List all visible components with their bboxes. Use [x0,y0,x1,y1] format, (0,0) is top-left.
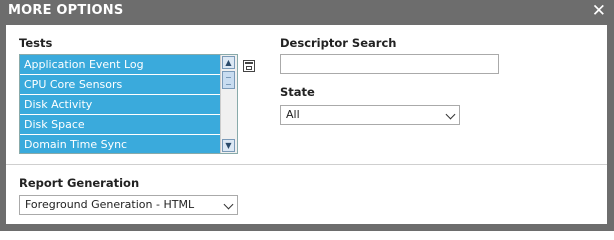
list-item[interactable]: Domain Time Sync [20,135,221,153]
scroll-down-button[interactable]: ▼ [222,139,235,152]
descriptor-search-label: Descriptor Search [280,36,397,50]
descriptor-search-input[interactable] [280,54,499,74]
select-all-icon[interactable] [243,60,255,72]
scroll-up-button[interactable]: ▲ [222,56,235,69]
list-item[interactable]: Disk Space [20,115,221,135]
report-generation-label: Report Generation [19,176,140,190]
tests-scrollbar[interactable]: ▲ ▼ [220,55,237,153]
close-icon[interactable]: ✕ [592,1,606,21]
tests-listbox[interactable]: Application Event Log CPU Core Sensors D… [19,54,238,154]
tests-list: Application Event Log CPU Core Sensors D… [20,55,221,153]
state-selected-value: All [286,108,300,121]
dialog-titlebar[interactable]: MORE OPTIONS ✕ [0,0,614,24]
dialog-body: Tests Application Event Log CPU Core Sen… [6,25,607,224]
report-generation-selected-value: Foreground Generation - HTML [25,198,195,211]
section-divider [6,164,607,165]
dialog-title: MORE OPTIONS [8,3,124,18]
state-select[interactable]: All [280,105,460,125]
list-item[interactable]: Disk Activity [20,95,221,115]
list-item[interactable]: CPU Core Sensors [20,75,221,95]
report-generation-select[interactable]: Foreground Generation - HTML [19,195,238,215]
chevron-down-icon [223,199,234,210]
state-label: State [280,85,315,99]
scroll-thumb[interactable] [222,71,235,89]
tests-label: Tests [19,36,53,50]
chevron-down-icon [445,109,456,120]
more-options-dialog: MORE OPTIONS ✕ Tests Application Event L… [0,0,614,231]
list-item[interactable]: Application Event Log [20,55,221,75]
